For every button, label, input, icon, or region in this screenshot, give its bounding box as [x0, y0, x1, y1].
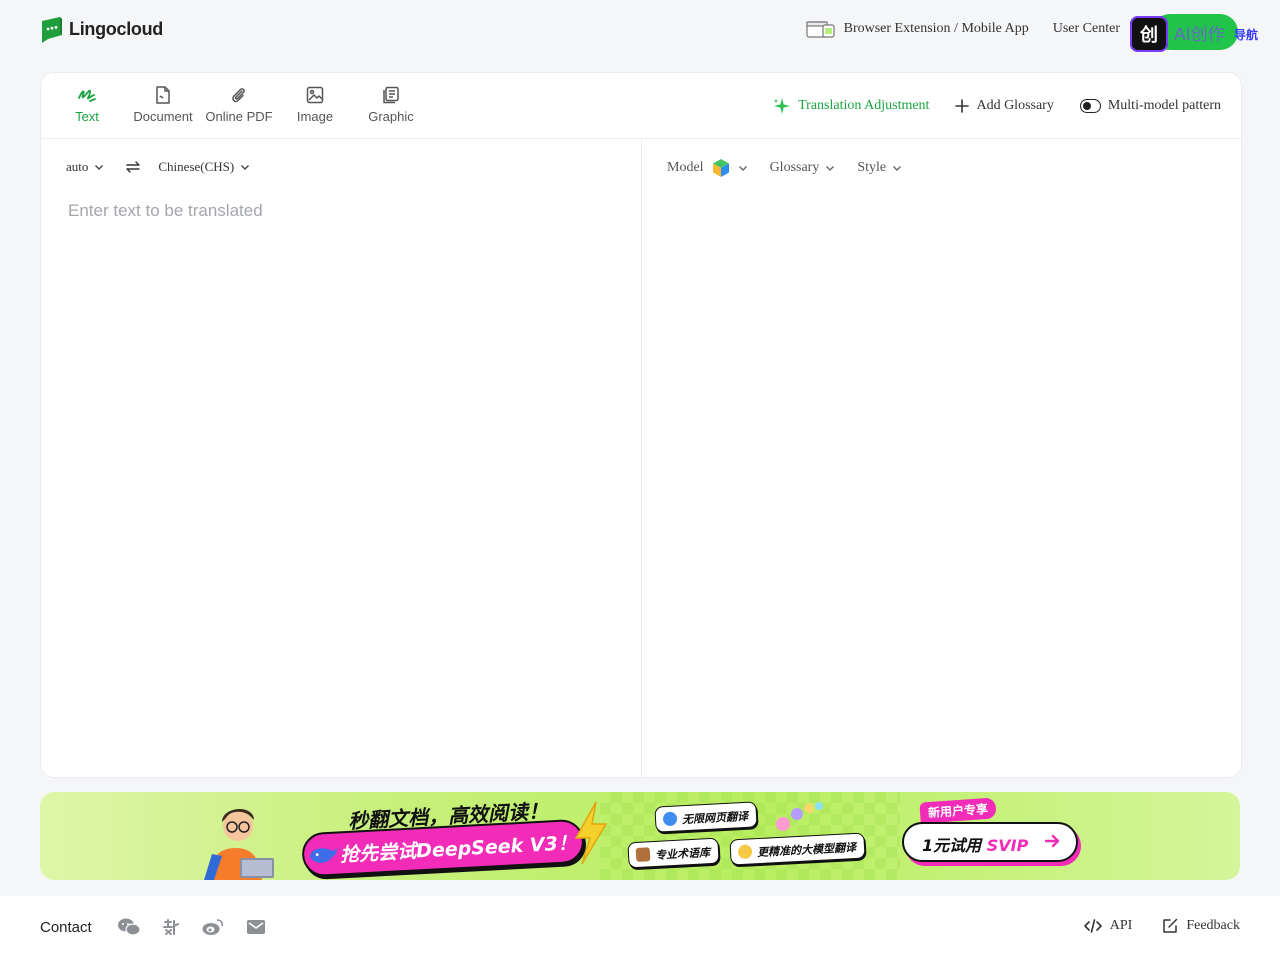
svip-highlight: SVIP: [986, 836, 1029, 855]
decorative-balls: [776, 802, 823, 831]
tab-image[interactable]: Image: [277, 85, 353, 124]
swap-languages-icon[interactable]: [126, 161, 141, 173]
deepseek-pill-text: 抢先尝试DeepSeek V3！: [339, 832, 578, 867]
chip-web-translation: 无限网页翻译: [654, 801, 758, 833]
translation-adjustment-label: Translation Adjustment: [798, 98, 930, 113]
whale-icon: [309, 847, 337, 863]
contact-label: Contact: [40, 918, 92, 936]
book-icon: [635, 847, 651, 862]
mascot-illustration: [204, 808, 274, 880]
brand-name: Lingocloud: [69, 18, 163, 39]
chevron-down-icon: [738, 166, 747, 171]
ai-creation-badge[interactable]: 创 AI创作 导航: [1130, 14, 1260, 52]
graphic-icon: [383, 86, 399, 104]
code-icon: [1083, 919, 1102, 933]
plus-icon: [955, 99, 970, 113]
target-language-value: Chinese(CHS): [158, 159, 235, 174]
weibo-icon[interactable]: [202, 918, 224, 936]
user-center-link[interactable]: User Center: [1053, 21, 1120, 37]
browser-extension-label: Browser Extension / Mobile App: [843, 21, 1029, 36]
tab-text[interactable]: Text: [49, 85, 125, 124]
style-label: Style: [857, 160, 887, 175]
tab-image-label: Image: [296, 109, 334, 124]
logo-mark-icon: [42, 17, 62, 43]
browser-extension-icon: [806, 21, 835, 38]
document-icon: [156, 86, 170, 104]
ai-app-icon: 创: [1130, 16, 1168, 52]
language-bar: auto Chinese(CHS): [66, 159, 250, 175]
chevron-down-icon: [95, 165, 104, 170]
tab-graphic-label: Graphic: [368, 109, 414, 124]
new-user-tag: 新用户专享: [919, 797, 997, 824]
add-glossary-button[interactable]: Add Glossary: [955, 98, 1054, 114]
community-icon[interactable]: [162, 918, 180, 936]
chip-web-label: 无限网页翻译: [681, 809, 749, 827]
image-icon: [306, 86, 324, 104]
source-language-select[interactable]: auto: [66, 159, 104, 175]
model-select[interactable]: Model: [667, 157, 748, 179]
chip-terminology: 专业术语库: [627, 837, 720, 869]
tab-text-label: Text: [75, 109, 99, 124]
lightning-bolt-icon: [574, 801, 608, 865]
svip-prefix: 1元试用: [922, 836, 982, 855]
api-label: API: [1109, 918, 1133, 933]
model-label: Model: [667, 160, 704, 175]
tab-document-label: Document: [133, 109, 193, 124]
chip-llm-label: 更精准的大模型翻译: [756, 840, 857, 860]
chip-terms-label: 专业术语库: [654, 846, 711, 862]
top-header: Lingocloud Browser Extension / Mobile Ap…: [0, 0, 1280, 64]
multi-model-label: Multi-model pattern: [1107, 98, 1221, 113]
source-language-value: auto: [66, 159, 89, 174]
paperclip-icon: [232, 88, 245, 103]
source-text-input[interactable]: [68, 201, 616, 761]
target-options-bar: Model Glossary Style: [667, 157, 902, 179]
add-glossary-label: Add Glossary: [976, 98, 1054, 113]
api-link[interactable]: API: [1083, 918, 1133, 934]
chevron-down-icon: [826, 166, 835, 171]
glossary-select[interactable]: Glossary: [770, 160, 836, 176]
ai-badge-text: AI创作: [1174, 25, 1225, 45]
target-language-select[interactable]: Chinese(CHS): [158, 159, 250, 175]
globe-icon: [662, 811, 678, 827]
brand-logo[interactable]: Lingocloud: [40, 15, 163, 43]
tab-online-pdf-label: Online PDF: [205, 109, 273, 124]
chevron-down-icon: [893, 166, 902, 171]
text-scribble-icon: [78, 89, 96, 102]
wechat-icon[interactable]: [117, 918, 140, 936]
glossary-label: Glossary: [769, 160, 820, 175]
feedback-label: Feedback: [1186, 918, 1240, 933]
browser-extension-link[interactable]: Browser Extension / Mobile App: [806, 20, 1029, 38]
multi-model-toggle[interactable]: Multi-model pattern: [1079, 98, 1221, 114]
style-select[interactable]: Style: [857, 160, 902, 176]
feedback-link[interactable]: Feedback: [1162, 918, 1240, 934]
svip-trial-button[interactable]: 1元试用 SVIP: [902, 822, 1078, 862]
page-footer: Contact API Feedback: [0, 896, 1280, 960]
tab-online-pdf[interactable]: Online PDF: [201, 85, 277, 124]
chevron-down-icon: [241, 165, 250, 170]
tab-graphic[interactable]: Graphic: [353, 85, 429, 124]
email-icon[interactable]: [246, 919, 266, 935]
sparkles-icon: [737, 844, 753, 860]
ai-badge-subtext: 导航: [1234, 28, 1259, 42]
pane-divider: [641, 139, 642, 778]
model-cube-icon: [712, 159, 729, 177]
mode-tabs: Text Document Online PDF Image Graphic T…: [41, 73, 1241, 139]
sparkle-icon: [774, 98, 791, 114]
arrow-right-icon: [1044, 834, 1060, 848]
deepseek-pill: 抢先尝试DeepSeek V3！: [301, 818, 585, 878]
translate-card: Text Document Online PDF Image Graphic T…: [40, 72, 1242, 778]
user-center-label: User Center: [1052, 21, 1120, 36]
tab-document[interactable]: Document: [125, 85, 201, 124]
translation-adjustment-button[interactable]: Translation Adjustment: [773, 97, 929, 115]
promo-banner[interactable]: 秒翻文档，高效阅读！ 抢先尝试DeepSeek V3！ 无限网页翻译 专业术语库…: [40, 792, 1240, 880]
toggle-switch-icon[interactable]: [1079, 99, 1101, 113]
edit-feedback-icon: [1163, 918, 1178, 933]
